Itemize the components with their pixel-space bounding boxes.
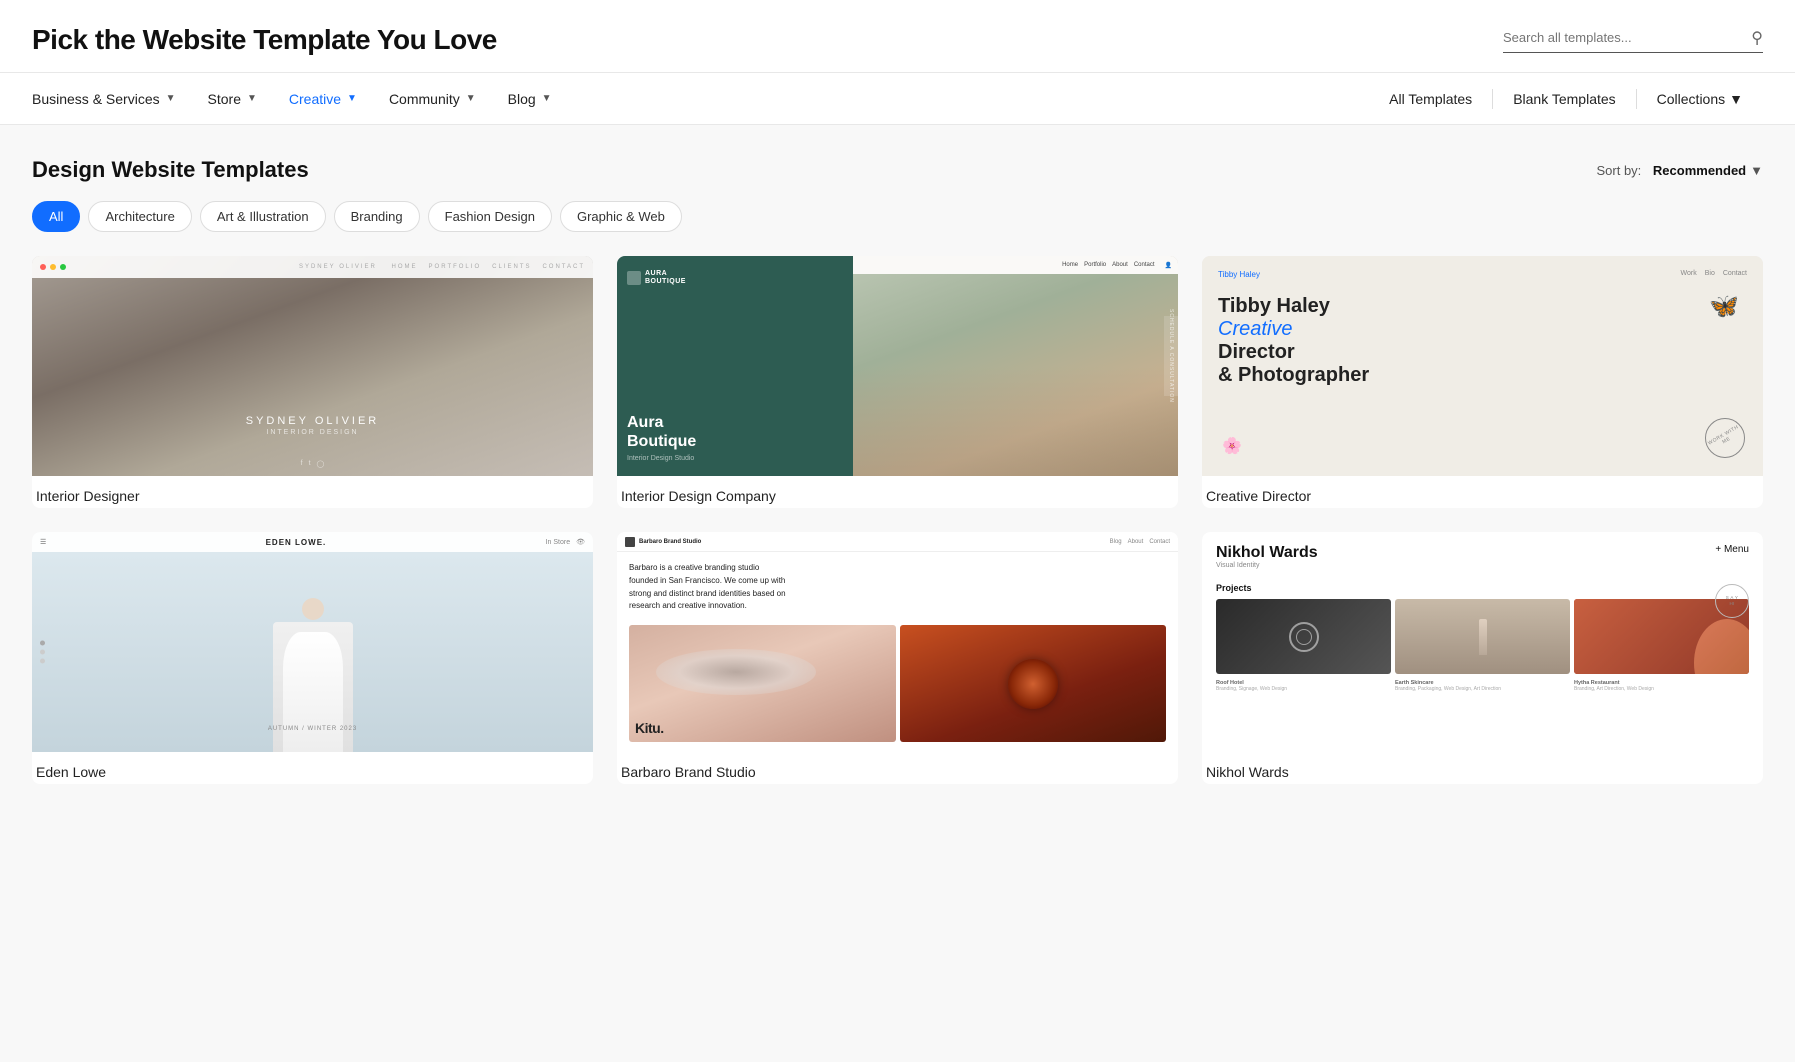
chevron-down-icon: ▼	[166, 93, 176, 104]
section-title: Design Website Templates	[32, 157, 309, 183]
template-card-interior-designer[interactable]: SYDNEY OLIVIER HOME PORTFOLIO CLIENTS CO…	[32, 256, 593, 508]
nav-item-blank-templates[interactable]: Blank Templates	[1493, 73, 1635, 125]
template-card-interior-design-company[interactable]: AURABOUTIQUE AuraBoutique Interior Desig…	[617, 256, 1178, 508]
template-preview: AURABOUTIQUE AuraBoutique Interior Desig…	[617, 256, 1178, 476]
section-header: Design Website Templates Sort by: Recomm…	[32, 157, 1763, 183]
nav-left: Business & Services ▼ Store ▼ Creative ▼…	[32, 73, 1369, 125]
top-header: Pick the Website Template You Love ⚲	[0, 0, 1795, 73]
nav-item-all-templates[interactable]: All Templates	[1369, 73, 1492, 125]
page-title: Pick the Website Template You Love	[32, 24, 497, 56]
main-content: Design Website Templates Sort by: Recomm…	[0, 125, 1795, 1062]
filter-pill-all[interactable]: All	[32, 201, 80, 232]
filter-pill-art-illustration[interactable]: Art & Illustration	[200, 201, 326, 232]
chevron-down-icon: ▼	[247, 93, 257, 104]
template-label: Creative Director	[1202, 476, 1763, 508]
chevron-down-icon: ▼	[1729, 91, 1743, 107]
template-preview: ☰ EDEN LOWE. In Store 👁	[32, 532, 593, 752]
filter-pill-fashion-design[interactable]: Fashion Design	[428, 201, 552, 232]
nav-item-business[interactable]: Business & Services ▼	[32, 73, 192, 125]
template-preview: Barbaro Brand Studio BlogAboutContact Ba…	[617, 532, 1178, 752]
template-preview: Nikhol Wards Visual Identity + Menu Proj…	[1202, 532, 1763, 752]
template-label: Barbaro Brand Studio	[617, 752, 1178, 784]
template-card-creative-director[interactable]: Tibby Haley WorkBioContact Tibby Haley C…	[1202, 256, 1763, 508]
nav-item-collections[interactable]: Collections ▼	[1637, 73, 1763, 125]
search-icon: ⚲	[1751, 28, 1763, 48]
template-preview: SYDNEY OLIVIER HOME PORTFOLIO CLIENTS CO…	[32, 256, 593, 476]
template-card-barbaro[interactable]: Barbaro Brand Studio BlogAboutContact Ba…	[617, 532, 1178, 784]
filter-pills: All Architecture Art & Illustration Bran…	[32, 201, 1763, 232]
sort-by-control[interactable]: Sort by: Recommended ▼	[1597, 163, 1764, 178]
search-wrapper[interactable]: ⚲	[1503, 28, 1763, 53]
chevron-down-icon: ▼	[466, 93, 476, 104]
template-grid: SYDNEY OLIVIER HOME PORTFOLIO CLIENTS CO…	[32, 256, 1763, 784]
template-label: Nikhol Wards	[1202, 752, 1763, 784]
nav-item-blog[interactable]: Blog ▼	[492, 73, 568, 125]
nav-item-community[interactable]: Community ▼	[373, 73, 492, 125]
nav-item-store[interactable]: Store ▼	[192, 73, 273, 125]
search-input[interactable]	[1503, 30, 1745, 45]
template-label: Interior Design Company	[617, 476, 1178, 508]
chevron-down-icon: ▼	[542, 93, 552, 104]
template-label: Interior Designer	[32, 476, 593, 508]
chevron-down-icon: ▼	[1750, 163, 1763, 178]
template-card-nikhol-wards[interactable]: Nikhol Wards Visual Identity + Menu Proj…	[1202, 532, 1763, 784]
chevron-down-icon: ▼	[347, 93, 357, 104]
filter-pill-branding[interactable]: Branding	[334, 201, 420, 232]
nav-item-creative[interactable]: Creative ▼	[273, 73, 373, 125]
filter-pill-graphic-web[interactable]: Graphic & Web	[560, 201, 682, 232]
nav-right: All Templates Blank Templates Collection…	[1369, 73, 1763, 125]
template-preview: Tibby Haley WorkBioContact Tibby Haley C…	[1202, 256, 1763, 476]
template-label: Eden Lowe	[32, 752, 593, 784]
nav-bar: Business & Services ▼ Store ▼ Creative ▼…	[0, 73, 1795, 125]
filter-pill-architecture[interactable]: Architecture	[88, 201, 191, 232]
template-card-eden-lowe[interactable]: ☰ EDEN LOWE. In Store 👁	[32, 532, 593, 784]
